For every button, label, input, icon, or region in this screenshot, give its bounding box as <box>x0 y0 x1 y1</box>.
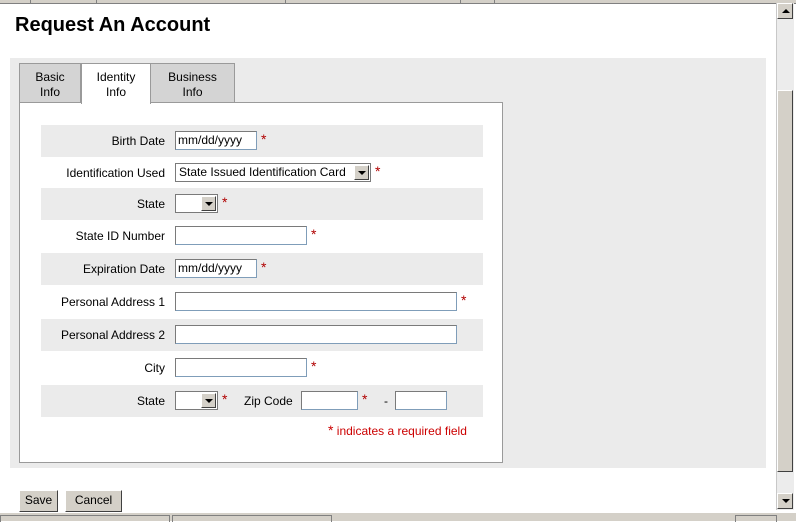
required-asterisk: * <box>261 259 267 275</box>
state-zip-row: State * Zip Code * - <box>41 385 483 417</box>
personal-address-1-row: Personal Address 1 * <box>41 286 483 318</box>
vertical-scrollbar[interactable] <box>776 3 794 510</box>
chevron-down-icon <box>354 165 369 180</box>
required-asterisk: * <box>261 131 267 147</box>
scroll-up-arrow-icon[interactable] <box>777 3 793 19</box>
chevron-down-icon <box>201 393 216 408</box>
personal-address-2-input[interactable] <box>175 325 457 344</box>
chevron-down-icon <box>201 196 216 211</box>
tab-label-line2: Info <box>39 85 60 99</box>
identity-info-panel: Birth Date mm/dd/yyyy * Identification U… <box>19 102 503 463</box>
state-id-number-row: State ID Number * <box>41 220 483 252</box>
required-asterisk: * <box>375 163 381 179</box>
required-asterisk: * <box>222 194 228 210</box>
state-select[interactable] <box>175 194 218 213</box>
birth-date-input[interactable]: mm/dd/yyyy <box>175 131 257 150</box>
window-top-border <box>0 0 796 4</box>
personal-address-2-label: Personal Address 2 <box>60 328 165 342</box>
tab-label-line1: Identity <box>96 70 136 84</box>
state-label: State <box>136 197 165 211</box>
scrollbar-thumb[interactable] <box>777 90 793 472</box>
tab-label-line2: Info <box>105 85 126 99</box>
personal-address-1-label: Personal Address 1 <box>60 295 165 309</box>
tab-basic-info[interactable]: Basic Info <box>19 63 81 102</box>
page-title: Request An Account <box>15 14 211 36</box>
city-input[interactable] <box>175 358 307 377</box>
state-row: State * <box>41 188 483 220</box>
zip-separator: - <box>384 394 388 408</box>
zip-code-input[interactable] <box>301 391 358 410</box>
state-id-number-label: State ID Number <box>75 229 165 243</box>
tab-label-line2: Info <box>182 85 203 99</box>
personal-address-1-input[interactable] <box>175 292 457 311</box>
tab-identity-info[interactable]: Identity Info <box>81 63 151 104</box>
expiration-date-input[interactable]: mm/dd/yyyy <box>175 259 257 278</box>
state-select-2[interactable] <box>175 391 218 410</box>
birth-date-row: Birth Date mm/dd/yyyy * <box>41 125 483 157</box>
save-button[interactable]: Save <box>19 490 58 512</box>
zip-code-label: Zip Code <box>244 394 293 408</box>
identification-select[interactable]: State Issued Identification Card <box>175 163 371 182</box>
scroll-down-arrow-icon[interactable] <box>777 493 793 509</box>
personal-address-2-row: Personal Address 2 <box>41 319 483 351</box>
city-label: City <box>144 361 165 375</box>
required-note-text: indicates a required field <box>336 424 467 438</box>
required-asterisk: * <box>461 292 467 308</box>
tab-label-line1: Basic <box>35 70 65 84</box>
identification-label: Identification Used <box>66 166 165 180</box>
birth-date-label: Birth Date <box>111 134 165 148</box>
expiration-date-row: Expiration Date mm/dd/yyyy * <box>41 253 483 285</box>
state-label: State <box>136 394 165 408</box>
tab-label-line1: Business <box>168 70 217 84</box>
required-asterisk: * <box>311 226 317 242</box>
required-asterisk: * <box>328 422 334 438</box>
expiration-date-label: Expiration Date <box>82 262 165 276</box>
identification-selected-value: State Issued Identification Card <box>179 165 346 179</box>
required-asterisk: * <box>362 391 368 407</box>
tab-business-info[interactable]: Business Info <box>150 63 235 102</box>
zip-extension-input[interactable] <box>395 391 447 410</box>
identification-row: Identification Used State Issued Identif… <box>41 157 483 189</box>
cancel-button[interactable]: Cancel <box>65 490 122 512</box>
city-row: City * <box>41 352 483 384</box>
required-field-note: * indicates a required field <box>328 422 467 438</box>
required-asterisk: * <box>222 391 228 407</box>
required-asterisk: * <box>311 358 317 374</box>
state-id-number-input[interactable] <box>175 226 307 245</box>
